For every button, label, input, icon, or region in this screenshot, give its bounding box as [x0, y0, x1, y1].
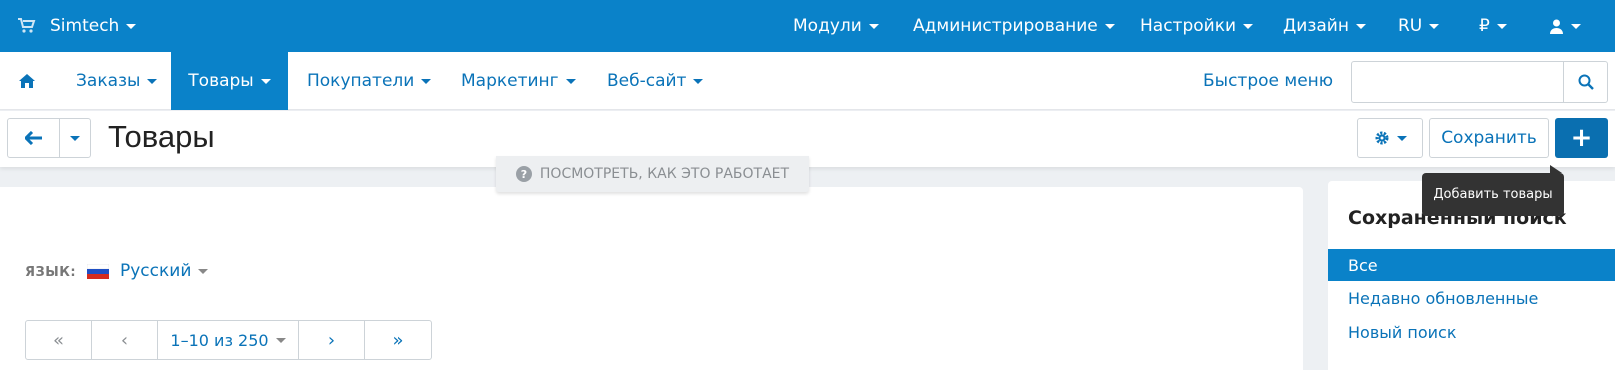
pager-last-button[interactable]: » — [365, 321, 431, 359]
user-icon — [1550, 19, 1563, 34]
pager-prev-button[interactable]: ‹ — [92, 321, 158, 359]
russia-flag-icon — [87, 264, 109, 279]
nav-orders[interactable]: Заказы — [76, 52, 158, 110]
saved-search-new[interactable]: Новый поиск — [1328, 316, 1615, 348]
saved-search-recent[interactable]: Недавно обновленные — [1328, 282, 1615, 314]
top-bar: Simtech Модули Администрирование Настрой… — [0, 0, 1615, 52]
add-products-tooltip: Добавить товары — [1422, 165, 1564, 216]
menu-settings[interactable]: Настройки — [1140, 0, 1254, 52]
save-button[interactable]: Сохранить — [1429, 118, 1549, 158]
main-content: ЯЗЫК: Русский « ‹ 1–10 из 250 › » — [0, 187, 1303, 370]
how-it-works-tab[interactable]: ? ПОСМОТРЕТЬ, КАК ЭТО РАБОТАЕТ — [496, 156, 809, 192]
menu-modules[interactable]: Модули — [793, 0, 879, 52]
menu-currency[interactable]: ₽ — [1479, 0, 1507, 52]
settings-button[interactable] — [1357, 118, 1423, 158]
back-dropdown-button[interactable] — [60, 119, 90, 157]
menu-language[interactable]: RU — [1398, 0, 1440, 52]
home-link[interactable] — [18, 52, 36, 110]
back-button-group — [7, 118, 91, 158]
language-selector[interactable]: Русский — [120, 261, 209, 281]
cart-icon — [18, 18, 36, 33]
search-box — [1351, 61, 1608, 103]
page-title: Товары — [108, 119, 215, 154]
back-button[interactable] — [8, 119, 60, 157]
plus-icon: + — [1570, 123, 1593, 153]
saved-search-all[interactable]: Все — [1328, 249, 1615, 281]
brand[interactable]: Simtech — [18, 0, 137, 52]
pagination: « ‹ 1–10 из 250 › » — [25, 320, 432, 360]
pager-first-button[interactable]: « — [26, 321, 92, 359]
search-button[interactable] — [1563, 62, 1607, 102]
home-icon — [19, 74, 35, 88]
search-input[interactable] — [1352, 62, 1564, 102]
gear-icon — [1375, 131, 1388, 145]
nav-marketing[interactable]: Маркетинг — [461, 52, 576, 110]
pager-next-button[interactable]: › — [299, 321, 365, 359]
main-nav: Заказы Товары Покупатели Маркетинг Веб-с… — [0, 52, 1615, 110]
search-icon — [1578, 74, 1594, 90]
add-product-button[interactable]: + — [1555, 118, 1608, 158]
nav-products[interactable]: Товары — [171, 52, 288, 110]
pager-range-selector[interactable]: 1–10 из 250 — [158, 321, 299, 359]
chevron-down-icon — [70, 135, 80, 141]
quick-menu-link[interactable]: Быстрое меню — [1203, 52, 1333, 110]
menu-user[interactable] — [1549, 0, 1581, 52]
language-label: ЯЗЫК: — [25, 265, 77, 280]
question-icon: ? — [515, 166, 532, 182]
arrow-left-icon — [24, 131, 42, 145]
brand-name[interactable]: Simtech — [50, 16, 137, 36]
menu-design[interactable]: Дизайн — [1283, 0, 1366, 52]
nav-website[interactable]: Веб-сайт — [607, 52, 704, 110]
menu-administration[interactable]: Администрирование — [913, 0, 1115, 52]
nav-customers[interactable]: Покупатели — [307, 52, 432, 110]
how-it-works-label: ПОСМОТРЕТЬ, КАК ЭТО РАБОТАЕТ — [539, 166, 790, 182]
